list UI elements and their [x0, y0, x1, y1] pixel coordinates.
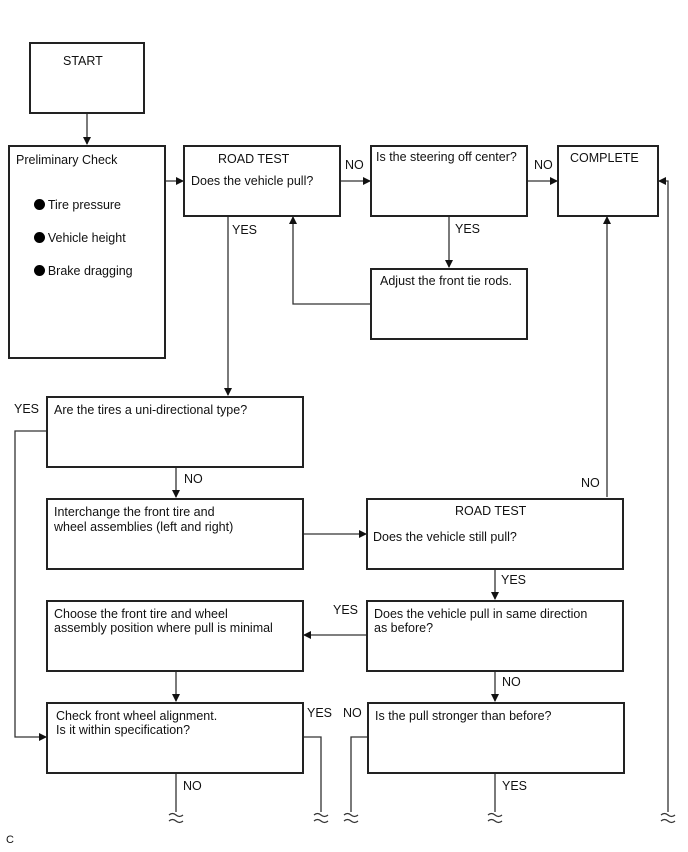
edge-label-steer-yes: YES: [455, 222, 481, 236]
checklist-item: Brake dragging: [13, 249, 133, 294]
edge-label-align-no: NO: [183, 779, 202, 793]
start-label: START: [63, 54, 103, 68]
start-node: START: [29, 42, 145, 114]
pull-stronger-question: Is the pull stronger than before?: [375, 709, 552, 723]
edge-label-steer-no: NO: [534, 158, 553, 172]
pull-stronger-node: Is the pull stronger than before?: [367, 702, 625, 774]
road-test-2-question: Does the vehicle still pull?: [373, 530, 517, 544]
break-symbol: [487, 812, 503, 824]
edge-label-align-yes: YES: [307, 706, 333, 720]
uni-directional-node: Are the tires a uni-directional type?: [46, 396, 304, 468]
edge-label-rt2-yes: YES: [501, 573, 527, 587]
edge-label-same-no: NO: [502, 675, 521, 689]
interchange-line-1: Interchange the front tire and: [54, 505, 215, 519]
choose-position-node: Choose the front tire and wheel assembly…: [46, 600, 304, 672]
checklist-item-label: Tire pressure: [47, 198, 122, 212]
choose-line-1: Choose the front tire and wheel: [54, 607, 228, 621]
steering-question: Is the steering off center?: [376, 150, 517, 164]
edge-label-rt1-yes: YES: [232, 223, 258, 237]
edge-label-uni-yes: YES: [14, 402, 40, 416]
same-direction-line-1: Does the vehicle pull in same direction: [374, 607, 588, 621]
road-test-1-node: ROAD TEST Does the vehicle pull?: [183, 145, 341, 217]
adjust-tie-rods-node: Adjust the front tie rods.: [370, 268, 528, 340]
figure-code: C: [6, 834, 14, 846]
interchange-line-2: wheel assemblies (left and right): [54, 520, 234, 534]
road-test-1-question: Does the vehicle pull?: [191, 174, 314, 188]
edge-label-same-yes: YES: [333, 603, 359, 617]
line-alignment-yes: [303, 736, 322, 812]
bullet-icon: [33, 199, 45, 210]
bullet-icon: [33, 265, 45, 276]
road-test-2-node: ROAD TEST Does the vehicle still pull?: [366, 498, 624, 570]
interchange-node: Interchange the front tire and wheel ass…: [46, 498, 304, 570]
edge-label-rt1-no: NO: [345, 158, 364, 172]
alignment-line-2: Is it within specification?: [56, 723, 191, 737]
arrow-adjust-to-roadtest1: [289, 216, 371, 305]
preliminary-check-node: Preliminary Check Tire pressure Vehicle …: [8, 145, 166, 359]
uni-directional-question: Are the tires a uni-directional type?: [54, 403, 248, 417]
check-alignment-node: Check front wheel alignment. Is it withi…: [46, 702, 304, 774]
edge-label-stronger-no: NO: [343, 706, 362, 720]
checklist-item-label: Brake dragging: [47, 264, 133, 278]
steering-off-center-node: Is the steering off center?: [370, 145, 528, 217]
alignment-line-1: Check front wheel alignment.: [56, 709, 218, 723]
break-symbol: [343, 812, 359, 824]
checklist-item-label: Vehicle height: [47, 231, 126, 245]
edge-label-rt2-no: NO: [581, 476, 600, 490]
same-direction-line-2: as before?: [374, 621, 434, 635]
edge-label-stronger-yes: YES: [502, 779, 528, 793]
flowchart-canvas: START Preliminary Check Tire pressure Ve…: [0, 0, 688, 852]
same-direction-node: Does the vehicle pull in same direction …: [366, 600, 624, 672]
arrow-uni-yes: [14, 430, 47, 741]
preliminary-title: Preliminary Check: [16, 153, 118, 167]
road-test-1-title: ROAD TEST: [218, 152, 290, 166]
road-test-2-title: ROAD TEST: [455, 504, 527, 518]
complete-node: COMPLETE: [557, 145, 659, 217]
edge-label-uni-no: NO: [184, 472, 203, 486]
adjust-tie-rods-label: Adjust the front tie rods.: [380, 274, 513, 288]
line-stronger-no: [350, 736, 367, 812]
break-symbol: [168, 812, 184, 824]
arrow-return-to-complete: [658, 177, 669, 812]
complete-label: COMPLETE: [570, 151, 639, 165]
choose-line-2: assembly position where pull is minimal: [54, 621, 273, 635]
bullet-icon: [33, 232, 45, 243]
break-symbol: [313, 812, 329, 824]
break-symbol: [660, 812, 676, 824]
